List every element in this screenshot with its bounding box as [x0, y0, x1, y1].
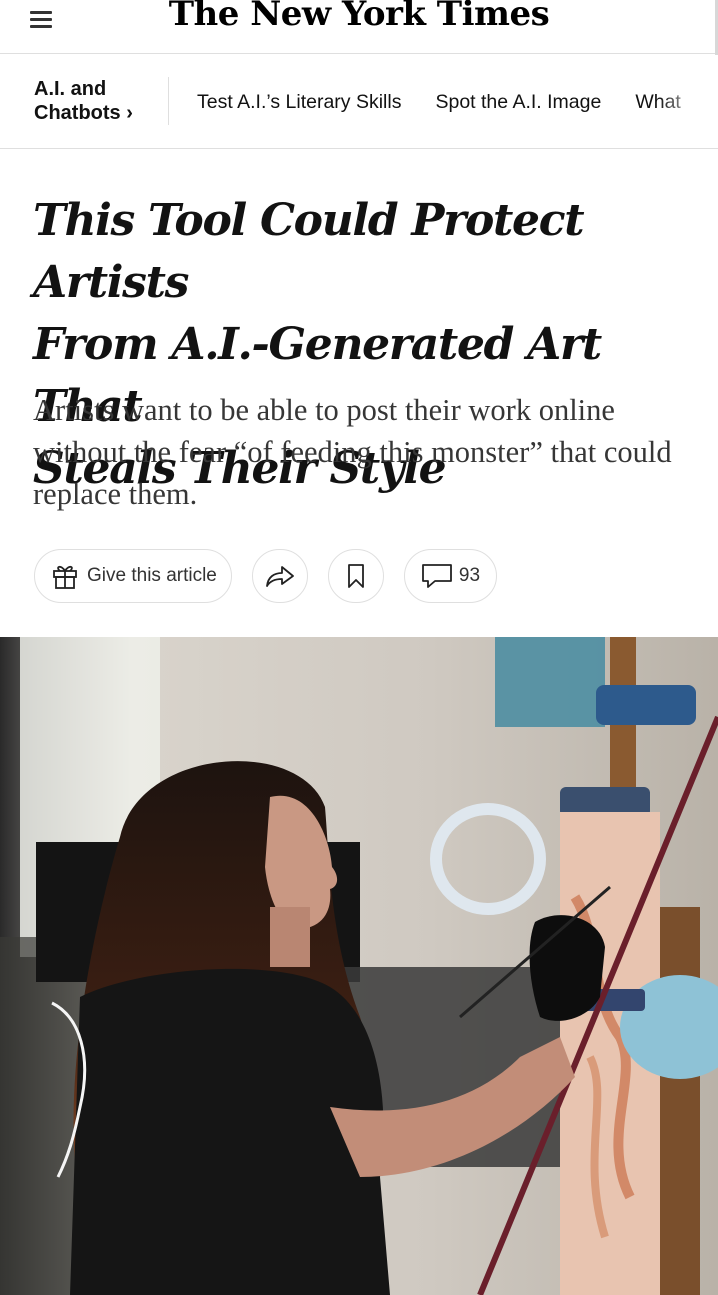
- headline-line: This Tool Could Protect Artists: [33, 195, 585, 308]
- section-divider: [168, 77, 169, 125]
- section-link-ai-chatbots[interactable]: A.I. and Chatbots ›: [34, 77, 133, 125]
- bookmark-icon: [346, 563, 366, 589]
- gift-article-label: Give this article: [87, 565, 217, 586]
- masthead: The New York Times: [0, 0, 718, 100]
- nav-link-spot-ai-image[interactable]: Spot the A.I. Image: [435, 91, 601, 113]
- nyt-logo[interactable]: The New York Times: [0, 0, 718, 34]
- section-subnav: Test A.I.’s Literary Skills Spot the A.I.…: [197, 91, 715, 114]
- section-title-line1: A.I. and: [34, 78, 107, 100]
- article-summary: Artists want to be able to post their wo…: [33, 393, 672, 511]
- gift-icon: [51, 562, 79, 590]
- comment-bubble-icon: [421, 563, 453, 589]
- nav-fade: [658, 55, 718, 148]
- section-title-line2: Chatbots ›: [34, 102, 133, 124]
- comments-button[interactable]: 93: [404, 549, 497, 603]
- photo-artist-painting: [0, 637, 718, 1295]
- share-arrow-icon: [265, 564, 295, 588]
- section-nav: A.I. and Chatbots › Test A.I.’s Literary…: [0, 55, 718, 149]
- article-lead-photo[interactable]: [0, 637, 718, 1295]
- gift-article-button[interactable]: Give this article: [34, 549, 232, 603]
- nav-link-literary-skills[interactable]: Test A.I.’s Literary Skills: [197, 91, 401, 113]
- share-button[interactable]: [252, 549, 308, 603]
- comment-count: 93: [458, 565, 481, 586]
- save-button[interactable]: [328, 549, 384, 603]
